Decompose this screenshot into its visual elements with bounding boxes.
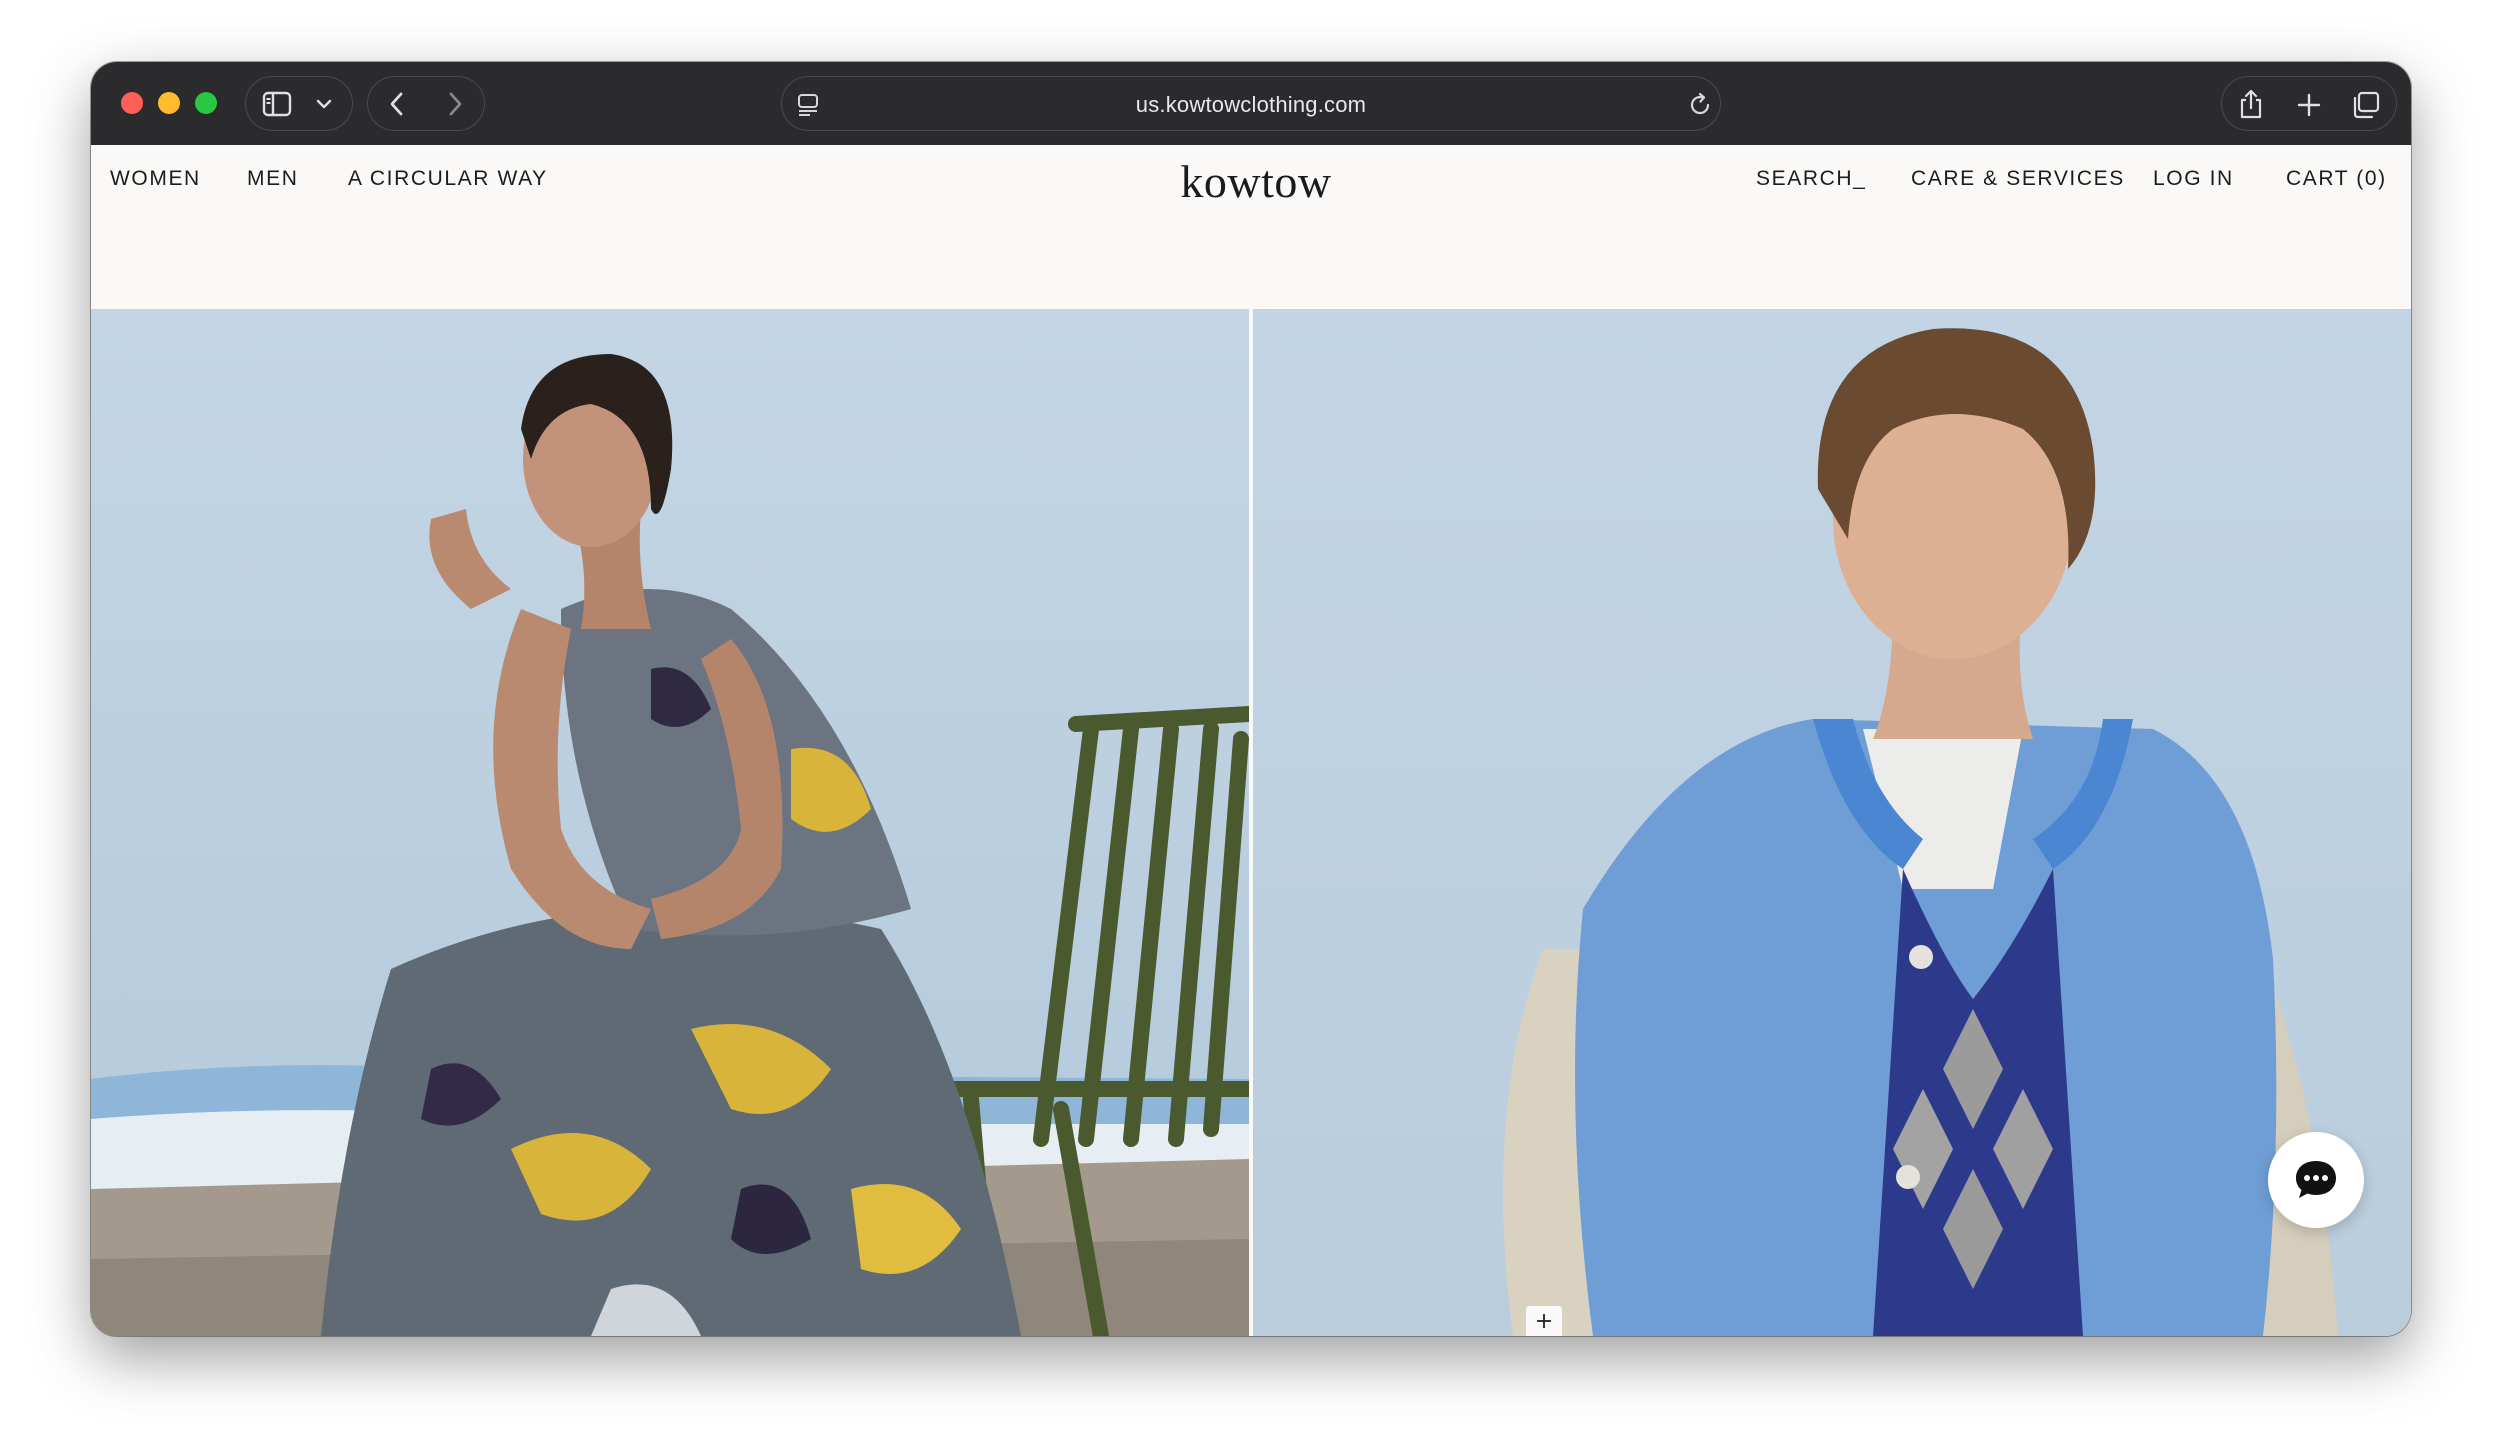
reload-icon[interactable] [1688,91,1714,119]
hero-image-women[interactable] [91,309,1249,1336]
screen: us.kowtowclothing.com WOMEN MEN A CIRCUL… [0,0,2500,1455]
plus-icon [1537,1314,1551,1328]
nav-care-services-link[interactable]: CARE & SERVICES [1911,167,2125,191]
site-header: WOMEN MEN A CIRCULAR WAY kowtow SEARCH_ … [91,145,2411,309]
minimize-window-button[interactable] [158,92,180,114]
browser-toolbar: us.kowtowclothing.com [91,62,2411,145]
woman-floral-dress-illustration [91,309,1249,1336]
nav-cart-link[interactable]: CART (0) [2286,167,2387,191]
nav-women-link[interactable]: WOMEN [110,167,201,191]
maximize-window-button[interactable] [195,92,217,114]
new-tab-icon[interactable] [2295,91,2323,119]
browser-window: us.kowtowclothing.com WOMEN MEN A CIRCUL… [91,62,2411,1336]
tab-overview-icon[interactable] [2350,90,2382,120]
expand-button[interactable] [1526,1306,1562,1336]
hero-image-men[interactable] [1253,309,2411,1336]
sidebar-icon[interactable] [262,90,292,118]
close-window-button[interactable] [121,92,143,114]
nav-login-link[interactable]: LOG IN [2153,167,2234,191]
chat-bubble-icon [2296,1161,2336,1198]
nav-circular-way-link[interactable]: A CIRCULAR WAY [348,167,548,191]
site-logo[interactable]: kowtow [1176,155,1336,208]
history-nav-group [367,76,485,131]
nav-search-link[interactable]: SEARCH_ [1756,167,1866,191]
url-text[interactable]: us.kowtowclothing.com [782,77,1720,132]
chevron-down-icon[interactable] [316,97,332,111]
browser-actions-group [2221,76,2397,131]
chat-button[interactable] [2268,1132,2364,1228]
address-bar[interactable]: us.kowtowclothing.com [781,76,1721,131]
back-arrow-icon[interactable] [384,90,410,118]
nav-men-link[interactable]: MEN [247,167,298,191]
man-varsity-jacket-illustration [1253,309,2411,1336]
forward-arrow-icon[interactable] [442,90,468,118]
sidebar-toggle-group [245,76,353,131]
share-icon[interactable] [2236,87,2266,121]
